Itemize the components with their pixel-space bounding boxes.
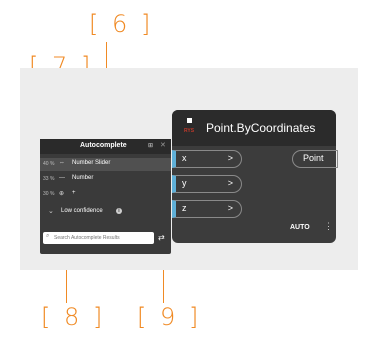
point-by-coordinates-node[interactable]: RYS Point.ByCoordinates x > y > z > Poin… — [172, 110, 338, 243]
result-label: Number Slider — [72, 160, 111, 166]
chevron-right-icon: > — [227, 153, 233, 163]
result-label: Number — [72, 175, 94, 181]
search-icon: ⌕ — [46, 233, 50, 239]
input-port-x[interactable]: x > — [172, 150, 242, 168]
callout-6: [ 6 ] — [89, 10, 154, 38]
node-header[interactable]: RYS Point.ByCoordinates — [172, 110, 336, 146]
number-slider-icon: ⇔ — [59, 160, 65, 166]
input-port-z[interactable]: z > — [172, 200, 242, 218]
result-confidence: 30 % — [43, 191, 55, 197]
result-label: + — [72, 190, 76, 196]
info-icon[interactable]: i — [116, 208, 122, 214]
chevron-right-icon: > — [227, 203, 233, 213]
node-category-icon: RYS — [184, 118, 198, 136]
node-icon-tag: RYS — [184, 128, 195, 134]
port-name-z: z — [182, 203, 187, 213]
result-item-add[interactable]: 30 % ⊕ + — [40, 188, 171, 201]
port-name-x: x — [182, 153, 187, 163]
result-item-number-slider[interactable]: 40 % ⇔ Number Slider — [40, 158, 171, 171]
result-item-number[interactable]: 33 % — Number — [40, 173, 171, 186]
callout-8: [ 8 ] — [41, 303, 106, 331]
output-port-point[interactable]: Point — [292, 150, 338, 168]
port-name-y: y — [182, 178, 187, 188]
autocomplete-panel: Autocomplete ⊞ ✕ 40 % ⇔ Number Slider 33… — [40, 139, 171, 254]
low-confidence-toggle[interactable]: ⌄ Low confidence i — [40, 206, 171, 218]
low-confidence-label: Low confidence — [61, 208, 103, 214]
search-box[interactable]: ⌕ — [43, 232, 154, 244]
input-port-y[interactable]: y > — [172, 175, 242, 193]
autocomplete-title: Autocomplete — [80, 142, 127, 149]
chevron-right-icon: > — [227, 178, 233, 188]
search-input[interactable] — [54, 233, 152, 243]
autocomplete-header: Autocomplete ⊞ ✕ — [40, 139, 171, 154]
filter-icon[interactable]: ⇄ — [158, 233, 165, 242]
result-confidence: 33 % — [43, 176, 55, 182]
number-icon: — — [59, 175, 65, 181]
close-icon[interactable]: ✕ — [160, 141, 166, 149]
pin-icon[interactable]: ⊞ — [148, 142, 153, 149]
add-node-icon: ⊕ — [59, 191, 65, 197]
callout-9: [ 9 ] — [137, 303, 202, 331]
output-port-label: Point — [303, 153, 324, 163]
node-menu-icon[interactable]: ⋮ — [324, 221, 333, 232]
result-confidence: 40 % — [43, 161, 55, 167]
lacing-label[interactable]: AUTO — [290, 224, 310, 231]
node-title: Point.ByCoordinates — [206, 121, 316, 135]
chevron-down-icon: ⌄ — [48, 208, 54, 215]
